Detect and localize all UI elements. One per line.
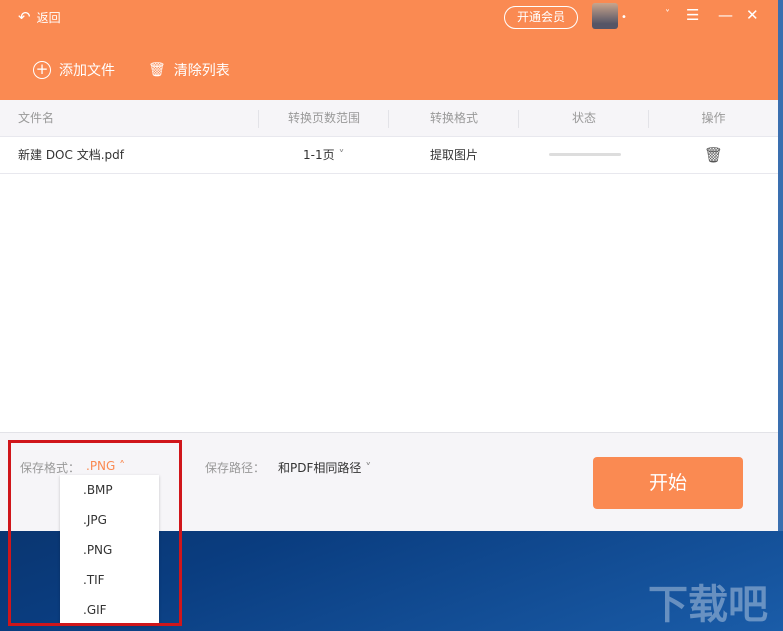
add-file-button[interactable]: + 添加文件: [33, 60, 115, 80]
col-action: 操作: [701, 111, 726, 125]
add-file-label: 添加文件: [59, 63, 115, 79]
back-label: 返回: [36, 10, 61, 25]
watermark: 下载吧: [648, 582, 768, 628]
vip-button[interactable]: 开通会员: [504, 6, 578, 29]
menu-icon[interactable]: ☰: [686, 6, 699, 24]
chevron-down-icon: ˅: [338, 148, 345, 162]
trash-icon: 🗑: [148, 62, 166, 78]
path-label: 保存路径：: [205, 461, 266, 475]
path-value: 和PDF相同路径: [278, 461, 362, 475]
status-dot: •: [621, 12, 627, 23]
avatar[interactable]: [592, 3, 618, 29]
format-value: 提取图片: [429, 148, 478, 162]
chevron-down-icon[interactable]: ˅: [665, 9, 670, 20]
highlight-box: [8, 440, 182, 626]
table-header: 文件名 转换页数范围 转换格式 状态 操作: [0, 100, 778, 137]
range-select[interactable]: 1-1页 ˅: [303, 137, 344, 174]
col-filename: 文件名: [18, 111, 55, 125]
col-status: 状态: [571, 111, 596, 125]
plus-circle-icon: +: [33, 61, 51, 79]
file-name: 新建 DOC 文档.pdf: [18, 148, 124, 162]
header: ↶ 返回 开通会员 • ˅ ☰ — ✕ + 添加文件 🗑 清除列表: [0, 0, 778, 100]
col-format: 转换格式: [429, 111, 478, 125]
minimize-icon[interactable]: —: [718, 6, 733, 24]
close-icon[interactable]: ✕: [746, 6, 759, 24]
back-button[interactable]: ↶ 返回: [18, 8, 61, 26]
col-range: 转换页数范围: [287, 111, 360, 125]
desktop-edge: [778, 0, 783, 531]
back-arrow-icon: ↶: [18, 8, 31, 26]
table-row[interactable]: 新建 DOC 文档.pdf 1-1页 ˅ 提取图片 🗑: [0, 137, 778, 174]
chevron-down-icon: ˅: [365, 461, 372, 475]
start-button[interactable]: 开始: [593, 457, 743, 509]
progress-bar: [549, 153, 621, 156]
delete-icon[interactable]: 🗑: [649, 137, 778, 174]
clear-list-button[interactable]: 🗑 清除列表: [148, 60, 230, 80]
range-value: 1-1页: [303, 148, 335, 162]
clear-list-label: 清除列表: [173, 63, 230, 79]
path-select[interactable]: 和PDF相同路径 ˅: [278, 459, 371, 476]
